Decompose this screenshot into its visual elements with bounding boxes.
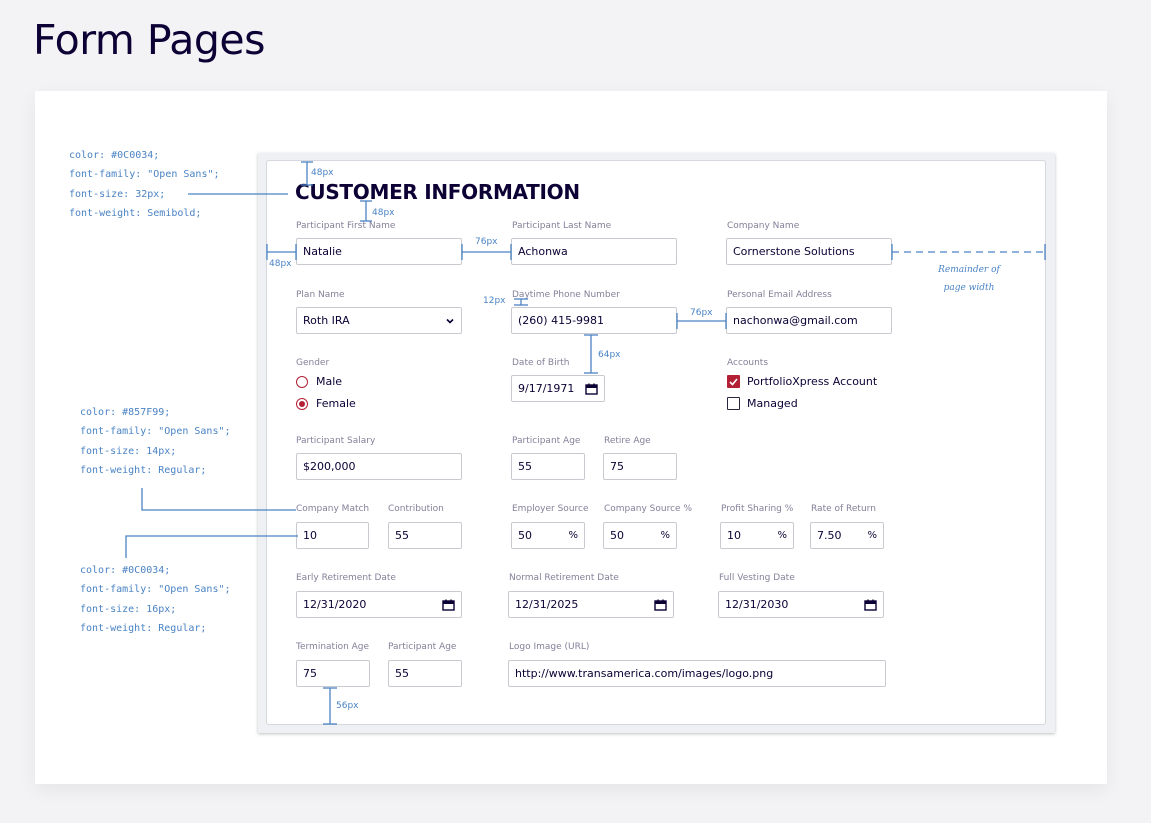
dimension-top-padding: 48px [311,168,334,178]
dimension-column-gap: 76px [475,237,498,247]
annotation-lines [125,161,1046,725]
dimension-label-gap: 12px [483,296,506,306]
remainder-note: Remainder of page width [925,261,1013,297]
remainder-note-line: Remainder of [938,265,1000,275]
dimension-title-gap: 48px [372,208,395,218]
dimension-left-padding: 48px [269,259,292,269]
dimension-column-gap-2: 76px [690,308,713,318]
remainder-note-line: page width [943,283,995,293]
dimension-row-gap: 64px [598,350,621,360]
dimension-bottom-padding: 56px [336,701,359,711]
